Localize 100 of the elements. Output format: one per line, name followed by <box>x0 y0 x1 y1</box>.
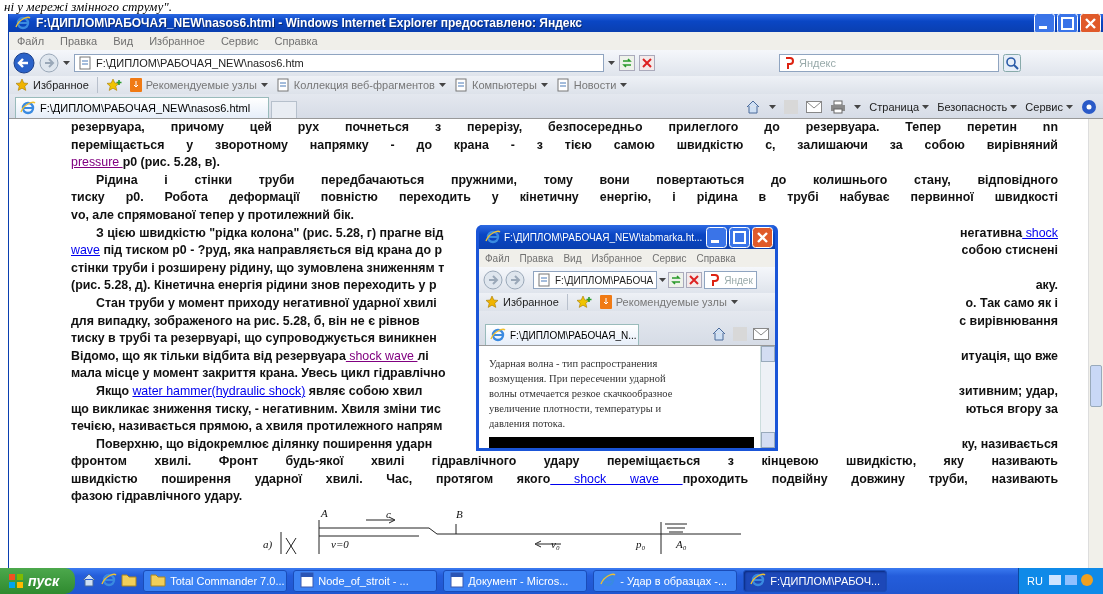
menu-item[interactable]: Файл <box>485 252 510 264</box>
document-icon <box>450 572 465 590</box>
favorites-item[interactable]: Избранное <box>15 78 89 92</box>
stop-icon[interactable] <box>686 272 703 288</box>
menu-item[interactable]: Правка <box>60 35 98 47</box>
text-link[interactable]: shock <box>1022 225 1058 240</box>
text-link[interactable]: wave <box>71 243 100 258</box>
minimize-icon[interactable] <box>706 226 727 248</box>
menu-item[interactable]: Файл <box>17 35 45 47</box>
text-link[interactable]: shock wave <box>550 471 683 486</box>
menu-item[interactable]: Избранное <box>149 35 205 47</box>
language-indicator[interactable]: RU <box>1027 575 1043 587</box>
add-favorite-icon[interactable] <box>575 295 592 309</box>
address-field[interactable]: F:\ДИПЛОМ\РАБОЧАЯ_NEW\nasos6.htm <box>74 54 604 72</box>
caret-icon <box>1010 104 1018 110</box>
close-icon[interactable] <box>752 226 773 248</box>
paragraph-line: о. Так само як і <box>965 294 1058 312</box>
add-favorite-icon[interactable] <box>105 78 122 92</box>
help-icon[interactable] <box>1081 99 1097 115</box>
scrollbar[interactable] <box>760 346 775 448</box>
star-icon <box>15 78 29 92</box>
page-icon <box>537 273 551 287</box>
browser-icon <box>485 229 501 245</box>
caret-icon[interactable] <box>769 104 777 110</box>
paragraph-line: итуація, що вже <box>960 347 1058 365</box>
yandex-icon <box>708 273 721 287</box>
maximize-icon[interactable] <box>729 226 750 248</box>
minimize-icon[interactable] <box>1034 12 1055 34</box>
text-link[interactable]: pressure <box>71 155 123 170</box>
document-icon <box>300 572 315 590</box>
paragraph-line: фронтом хвилі. Фронт будь-якої хвилі гідравлічного удару переміщається з кінцевою швидкістю, яку називають <box>71 453 1058 471</box>
paragraph-line: мала місце у момент закриття крана. Увесь цикл гідравлічно <box>71 365 446 383</box>
search-field[interactable]: Яндекс <box>779 54 999 72</box>
diagram-label: a) <box>263 538 273 551</box>
mail-icon[interactable] <box>806 101 823 113</box>
print-icon[interactable] <box>830 100 847 114</box>
menu-item[interactable]: Вид <box>563 252 582 264</box>
search-icon[interactable] <box>1003 54 1021 72</box>
menu-item[interactable]: Справка <box>274 35 318 47</box>
menu-item[interactable]: Правка <box>519 252 554 264</box>
text-link[interactable]: shock wave <box>345 348 418 363</box>
back-icon[interactable] <box>13 52 35 74</box>
start-button[interactable]: пуск <box>0 568 76 594</box>
browser-tab[interactable]: F:\ДИПЛОМ\РАБОЧАЯ_NEW\nasos6.html <box>15 97 269 118</box>
forward-icon[interactable] <box>505 270 525 290</box>
mail-icon[interactable] <box>753 328 769 340</box>
favorites-item[interactable]: Коллекция веб-фрагментов <box>275 78 446 92</box>
menu-item[interactable]: Сервис <box>220 35 259 47</box>
menu-item[interactable]: Вид <box>113 35 134 47</box>
paragraph-line: аку. <box>1035 277 1058 295</box>
address-text: F:\ДИПЛОМ\РАБОЧАЯ_NEW\nasos6.htm <box>96 57 304 69</box>
paragraph-line: резервуара, причому цей рух почнеться з перерізу, безпосередньо прилеглого до резервуара. Тепер перетин nn <box>71 119 1058 136</box>
paragraph-line: негативна shock <box>960 224 1058 242</box>
caret-icon <box>260 82 268 88</box>
diagram-label: v₀ <box>551 538 560 551</box>
taskbar-button[interactable]: Node_of_stroit - ... <box>293 570 438 592</box>
command-menu[interactable]: Страница <box>869 101 930 113</box>
maximize-icon[interactable] <box>1057 12 1078 34</box>
address-field[interactable]: F:\ДИПЛОМ\РАБОЧА <box>533 271 658 289</box>
caret-icon[interactable] <box>659 277 667 283</box>
menu-item[interactable]: Избранное <box>591 252 643 264</box>
command-menu[interactable]: Безопасность <box>937 101 1018 113</box>
close-icon[interactable] <box>1080 12 1101 34</box>
paragraph-line: фазою гідравлічного удару. <box>71 488 243 506</box>
feed-icon <box>129 78 142 92</box>
search-placeholder: Яндекс <box>799 57 836 69</box>
favorites-item[interactable]: Рекомендуемые узлы <box>129 78 268 92</box>
menu-item[interactable]: Сервис <box>652 252 687 264</box>
caret-icon <box>438 82 446 88</box>
taskbar-button[interactable]: Документ - Micros... <box>443 570 588 592</box>
paragraph-line: швидкістю поширення ударної хвилі. Час, протягом якого shock wave проходить подвійну довжину труби, називають <box>71 470 1058 488</box>
favorites-item[interactable]: Избранное <box>485 295 559 309</box>
favorites-item[interactable]: Новости <box>555 78 628 92</box>
paragraph-line: що викликає зниження тиску, - негативним. Хвиля зміни тис <box>71 400 441 418</box>
star-icon <box>485 295 499 309</box>
home-icon[interactable] <box>745 99 762 115</box>
command-menu[interactable]: Сервис <box>1025 101 1073 113</box>
home-icon[interactable] <box>711 326 727 342</box>
scrollbar[interactable] <box>1088 119 1103 568</box>
diagram-label: c <box>386 508 391 521</box>
favorites-item[interactable]: Компьютеры <box>453 78 548 92</box>
caret-icon[interactable] <box>854 104 862 110</box>
menu-item[interactable]: Справка <box>696 252 736 264</box>
page-icon <box>453 78 468 92</box>
favorites-item[interactable]: Рекомендуемые узлы <box>599 295 738 309</box>
taskbar-button[interactable]: F:\ДИПЛОМ\РАБОЧ... <box>743 570 888 592</box>
stop-icon[interactable] <box>639 55 655 71</box>
caret-icon <box>1066 104 1073 110</box>
desktop-icon[interactable] <box>81 572 98 590</box>
caret-icon[interactable] <box>63 60 70 66</box>
tray-icons[interactable] <box>1049 573 1095 589</box>
paragraph-line: собою стиснені <box>961 242 1058 260</box>
page-icon <box>490 327 506 343</box>
taskbar-button[interactable]: - Удар в образцах -... <box>593 570 738 592</box>
browser-tab[interactable]: F:\ДИПЛОМ\РАБОЧАЯ_N... <box>485 324 639 345</box>
folder-icon[interactable] <box>121 573 138 589</box>
search-field[interactable]: Яндек <box>704 271 757 289</box>
taskbar-button[interactable]: Total Commander 7.0... <box>143 570 288 592</box>
text-link[interactable]: water hammer(hydraulic shock) <box>132 383 306 398</box>
caret-icon[interactable] <box>608 60 615 66</box>
